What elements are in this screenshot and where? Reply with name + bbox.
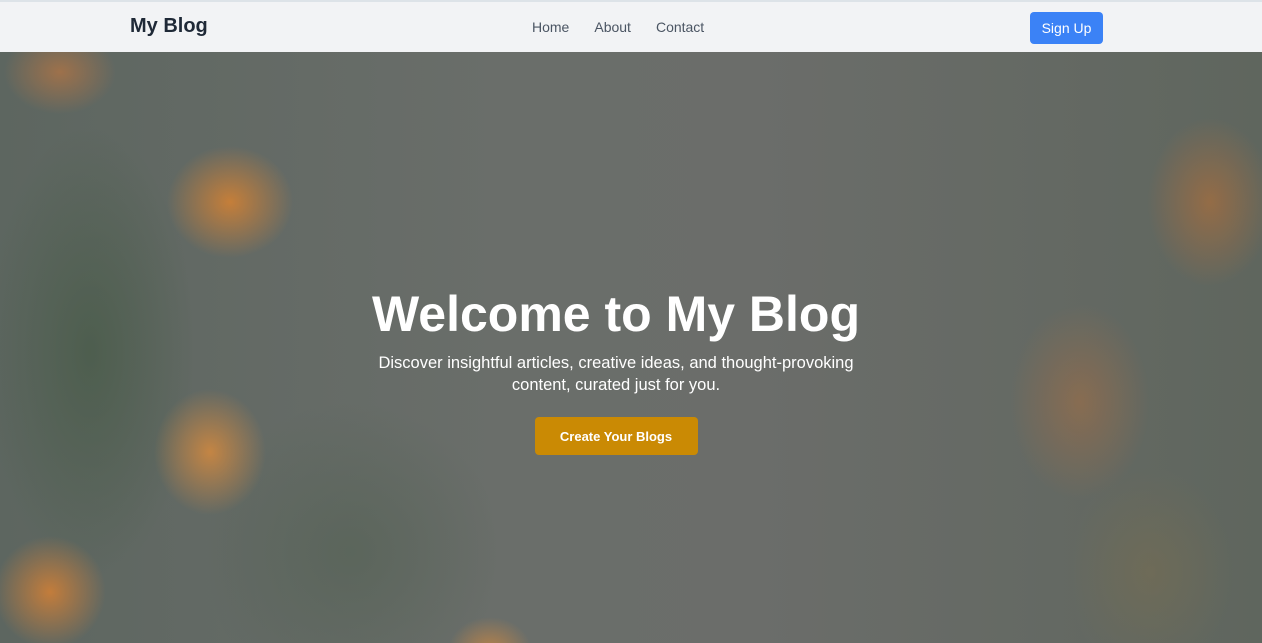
sign-up-button[interactable]: Sign Up [1030,12,1103,44]
nav-links: Home About Contact [532,19,704,35]
nav-link-contact[interactable]: Contact [656,19,704,35]
nav-link-home[interactable]: Home [532,19,569,35]
hero-content: Welcome to My Blog Discover insightful a… [0,284,1232,455]
hero-subtitle: Discover insightful articles, creative i… [378,354,854,394]
create-blogs-button[interactable]: Create Your Blogs [534,417,698,455]
navbar: My Blog Home About Contact Sign Up [0,0,1262,52]
hero-section: Welcome to My Blog Discover insightful a… [0,52,1262,643]
site-logo[interactable]: My Blog [130,15,208,38]
nav-link-about[interactable]: About [594,19,631,35]
hero-title: Welcome to My Blog [371,286,860,342]
